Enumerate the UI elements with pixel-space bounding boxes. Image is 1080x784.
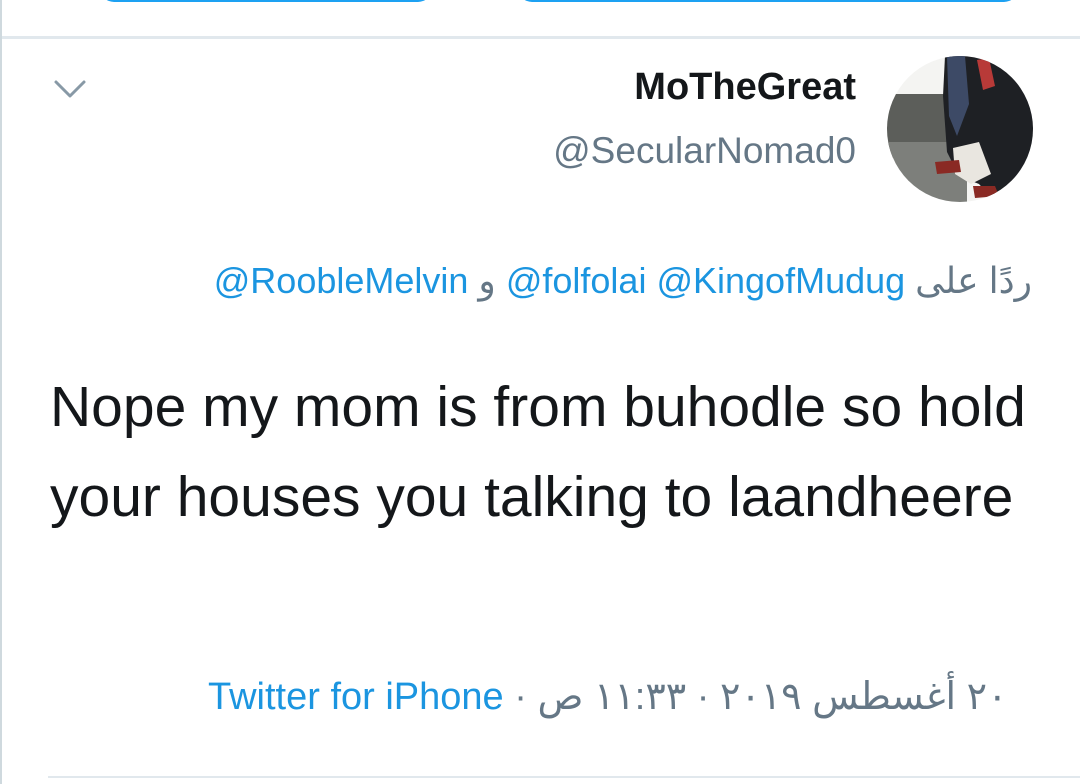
tweet-time: ١١:٣٣ ص <box>537 676 687 718</box>
reply-mention-1[interactable]: @KingofMudug <box>656 260 905 301</box>
tweet-source[interactable]: Twitter for iPhone <box>208 676 504 718</box>
reply-mention-3[interactable]: @RoobleMelvin <box>214 260 469 301</box>
reply-conjunction: و <box>478 260 496 301</box>
user-handle[interactable]: @SecularNomad0 <box>553 130 856 172</box>
top-button-right[interactable] <box>518 0 1018 2</box>
top-divider <box>0 36 1080 39</box>
display-name[interactable]: MoTheGreat <box>634 66 856 109</box>
meta-separator-1: · <box>514 676 527 718</box>
reply-prefix: ردًا على <box>915 260 1032 301</box>
avatar[interactable] <box>887 56 1033 202</box>
left-edge-border <box>0 0 2 784</box>
tweet-date: ٢٠ أغسطس ٢٠١٩ <box>719 676 1008 718</box>
reply-context: ردًا على @KingofMudug @folfolai و @Roobl… <box>214 260 1032 302</box>
tweet-text: Nope my mom is from buhodle so hold your… <box>50 375 1026 529</box>
tweet-metadata: Twitter for iPhone · ٢٠ أغسطس ٢٠١٩ · ١١:… <box>208 674 1007 719</box>
chevron-down-icon[interactable] <box>52 74 88 102</box>
meta-separator-2: · <box>696 676 710 718</box>
reply-mention-2[interactable]: @folfolai <box>506 260 647 301</box>
bottom-divider <box>48 776 1080 778</box>
top-button-left[interactable] <box>100 0 432 2</box>
